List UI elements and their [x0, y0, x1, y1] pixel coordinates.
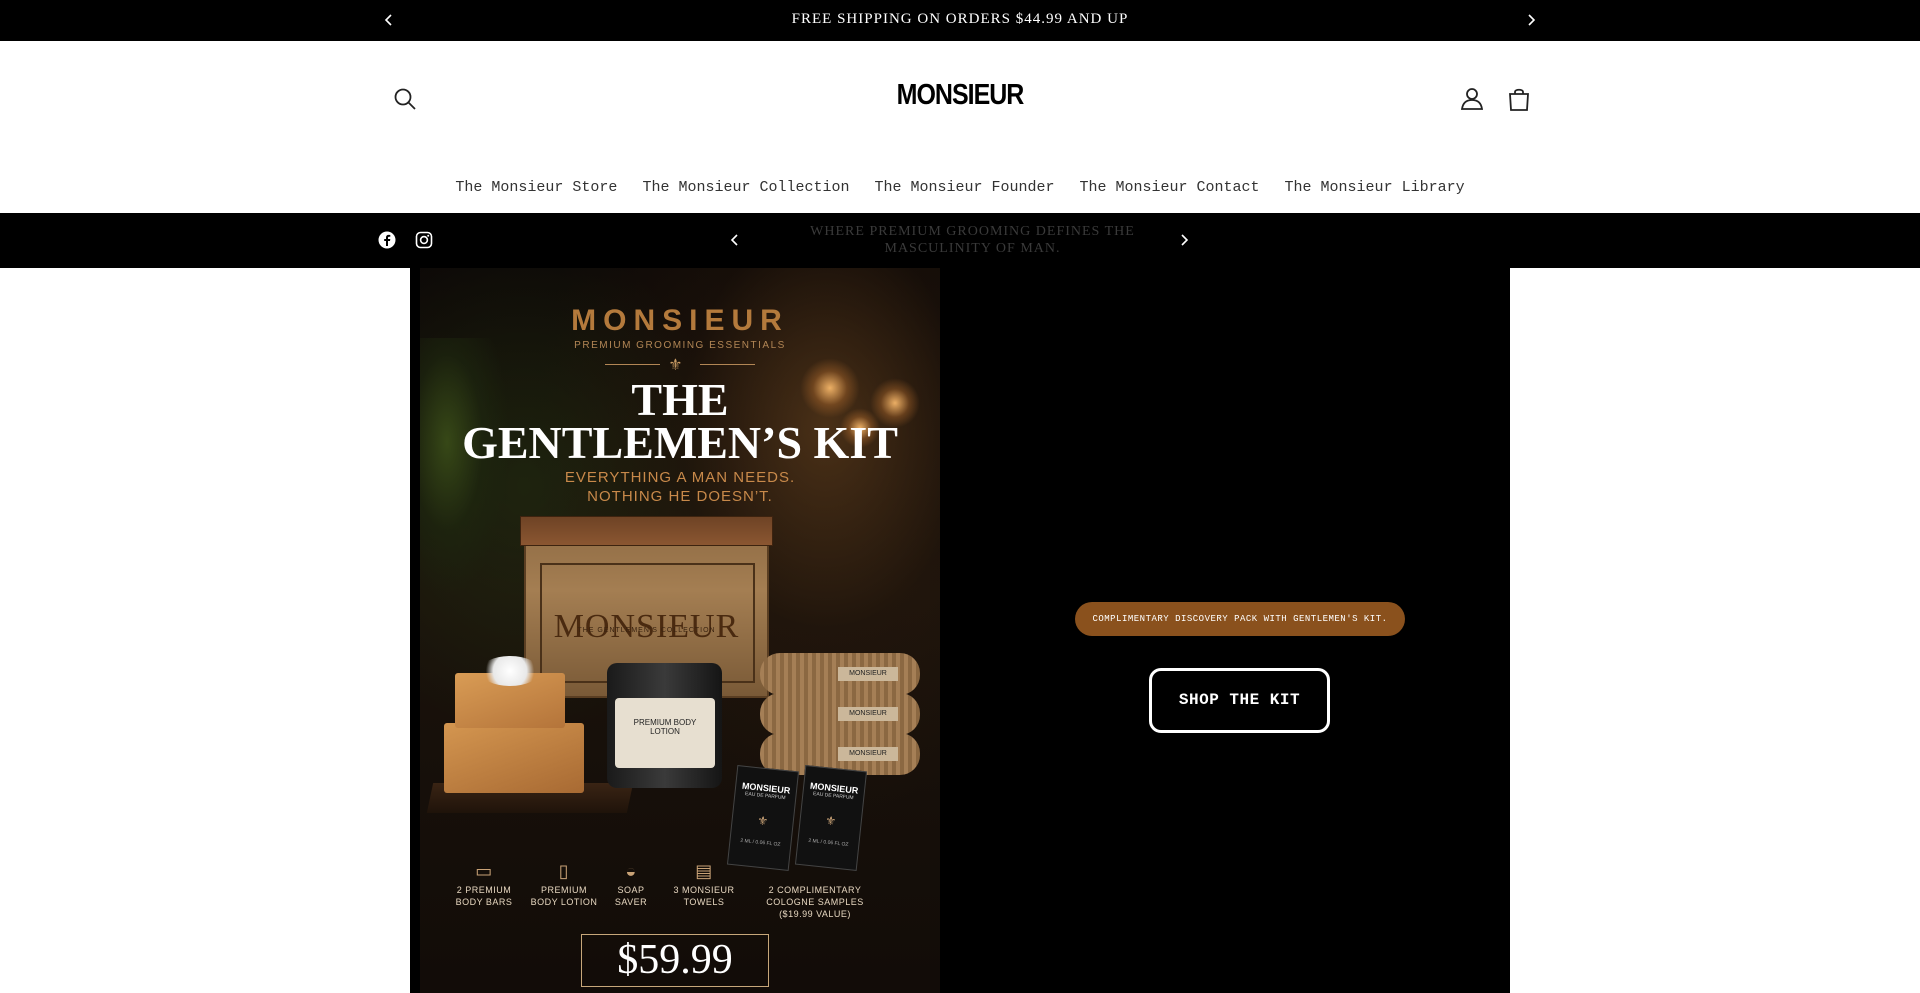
bottle-icon: ▯	[558, 861, 570, 881]
kit-item: ▭ 2 PREMIUM BODY BARS	[444, 858, 524, 908]
nav-item-collection[interactable]: The Monsieur Collection	[630, 179, 862, 196]
towel-label: MONSIEUR	[838, 747, 898, 761]
instagram-icon[interactable]	[415, 231, 435, 251]
chevron-right-icon[interactable]	[1520, 9, 1542, 31]
kit-item-line: COLOGNE SAMPLES	[766, 897, 864, 907]
poster-tagline: EVERYTHING A MAN NEEDS. NOTHING HE DOESN…	[420, 468, 940, 506]
kit-item-line: SOAP	[617, 885, 645, 895]
user-icon[interactable]	[1459, 85, 1485, 111]
price-tag: $59.99	[581, 934, 769, 987]
soap-dish-icon: ◒	[625, 861, 637, 881]
sample-size: 2 ML / 0.06 FL OZ	[808, 837, 849, 848]
jar-label-text: PREMIUM BODY LOTION	[633, 718, 697, 736]
nav-item-store[interactable]: The Monsieur Store	[443, 179, 630, 196]
jar-label: PREMIUM BODY LOTION	[615, 698, 715, 768]
product-poster[interactable]: MONSIEUR PREMIUM GROOMING ESSENTIALS ⚜ T…	[420, 268, 940, 993]
tagline-text: WHERE PREMIUM GROOMING DEFINES THE MASCU…	[810, 224, 1135, 256]
chevron-left-icon[interactable]	[724, 229, 746, 251]
kit-item-line: BODY BARS	[455, 897, 513, 907]
tagline-bar: WHERE PREMIUM GROOMING DEFINES THE MASCU…	[0, 213, 1920, 268]
kit-contents: ▭ 2 PREMIUM BODY BARS ▯ PREMIUM BODY LOT…	[420, 858, 940, 920]
fleur-de-lis-icon: ⚜	[670, 356, 681, 376]
kit-item-line: 2 PREMIUM	[456, 885, 512, 895]
box-lid	[520, 516, 773, 546]
towel: MONSIEUR	[760, 693, 920, 735]
kit-item-line: ($19.99 VALUE)	[779, 909, 851, 919]
promo-badge: COMPLIMENTARY DISCOVERY PACK WITH GENTLE…	[1075, 602, 1405, 636]
kit-item-line: BODY LOTION	[530, 897, 598, 907]
announcement-text: FREE SHIPPING ON ORDERS $44.99 AND UP	[791, 11, 1129, 27]
cologne-sample: MONSIEUR EAU DE PARFUM ⚜ 2 ML / 0.06 FL …	[726, 765, 800, 871]
towel-label: MONSIEUR	[838, 667, 898, 681]
soap-foam	[480, 656, 540, 686]
kit-item-line: SAVER	[614, 897, 648, 907]
poster-title-line: THE	[631, 374, 729, 425]
poster-tagline-line: EVERYTHING A MAN NEEDS.	[564, 469, 796, 486]
kit-item-line: 2 COMPLIMENTARY	[768, 885, 862, 895]
poster-brand-subtitle: PREMIUM GROOMING ESSENTIALS	[574, 340, 786, 351]
nav-item-contact[interactable]: The Monsieur Contact	[1067, 179, 1272, 196]
fleur-de-lis-icon: ⚜	[757, 813, 768, 831]
kit-item-line: 3 MONSIEUR	[673, 885, 735, 895]
divider	[605, 364, 660, 365]
kit-item: ▤ 3 MONSIEUR TOWELS	[660, 858, 748, 908]
box-subtitle: THE GENTLEMEN'S COLLECTION	[577, 627, 716, 634]
shop-the-kit-button[interactable]: SHOP THE KIT	[1149, 668, 1330, 733]
divider	[700, 364, 755, 365]
kit-item-line: TOWELS	[683, 897, 725, 907]
kit-item: ◒ SOAP SAVER	[596, 858, 666, 908]
soap-icon: ▭	[475, 861, 493, 881]
fleur-de-lis-icon: ⚜	[825, 813, 836, 831]
facebook-icon[interactable]	[378, 231, 398, 251]
kit-item: ▯ PREMIUM BODY LOTION	[524, 858, 604, 908]
nav-item-library[interactable]: The Monsieur Library	[1272, 179, 1477, 196]
hero-banner: MONSIEUR PREMIUM GROOMING ESSENTIALS ⚜ T…	[410, 268, 1510, 993]
site-header: MONSIEUR The Monsieur Store The Monsieur…	[0, 41, 1920, 213]
site-logo[interactable]: MONSIEUR	[0, 79, 1920, 112]
poster-title-line: GENTLEMEN’S KIT	[462, 417, 898, 468]
nav-item-founder[interactable]: The Monsieur Founder	[862, 179, 1067, 196]
poster-brand: MONSIEUR	[571, 304, 789, 337]
cologne-sample: MONSIEUR EAU DE PARFUM ⚜ 2 ML / 0.06 FL …	[794, 765, 868, 871]
towel-label: MONSIEUR	[838, 707, 898, 721]
announcement-bar: FREE SHIPPING ON ORDERS $44.99 AND UP	[0, 0, 1920, 41]
poster-tagline-line: NOTHING HE DOESN’T.	[587, 488, 773, 505]
poster-title: THE GENTLEMEN’S KIT	[420, 374, 940, 468]
towel: MONSIEUR	[760, 653, 920, 695]
cart-icon[interactable]	[1505, 85, 1533, 113]
main-nav: The Monsieur Store The Monsieur Collecti…	[0, 179, 1920, 196]
kit-item: 2 COMPLIMENTARY COLOGNE SAMPLES ($19.99 …	[755, 858, 875, 920]
soap-bar	[444, 723, 584, 793]
cologne-icon	[755, 858, 875, 884]
sample-size: 2 ML / 0.06 FL OZ	[740, 837, 781, 848]
chevron-right-icon[interactable]	[1173, 229, 1195, 251]
kit-item-line: PREMIUM	[541, 885, 587, 895]
towel-icon: ▤	[695, 861, 713, 881]
